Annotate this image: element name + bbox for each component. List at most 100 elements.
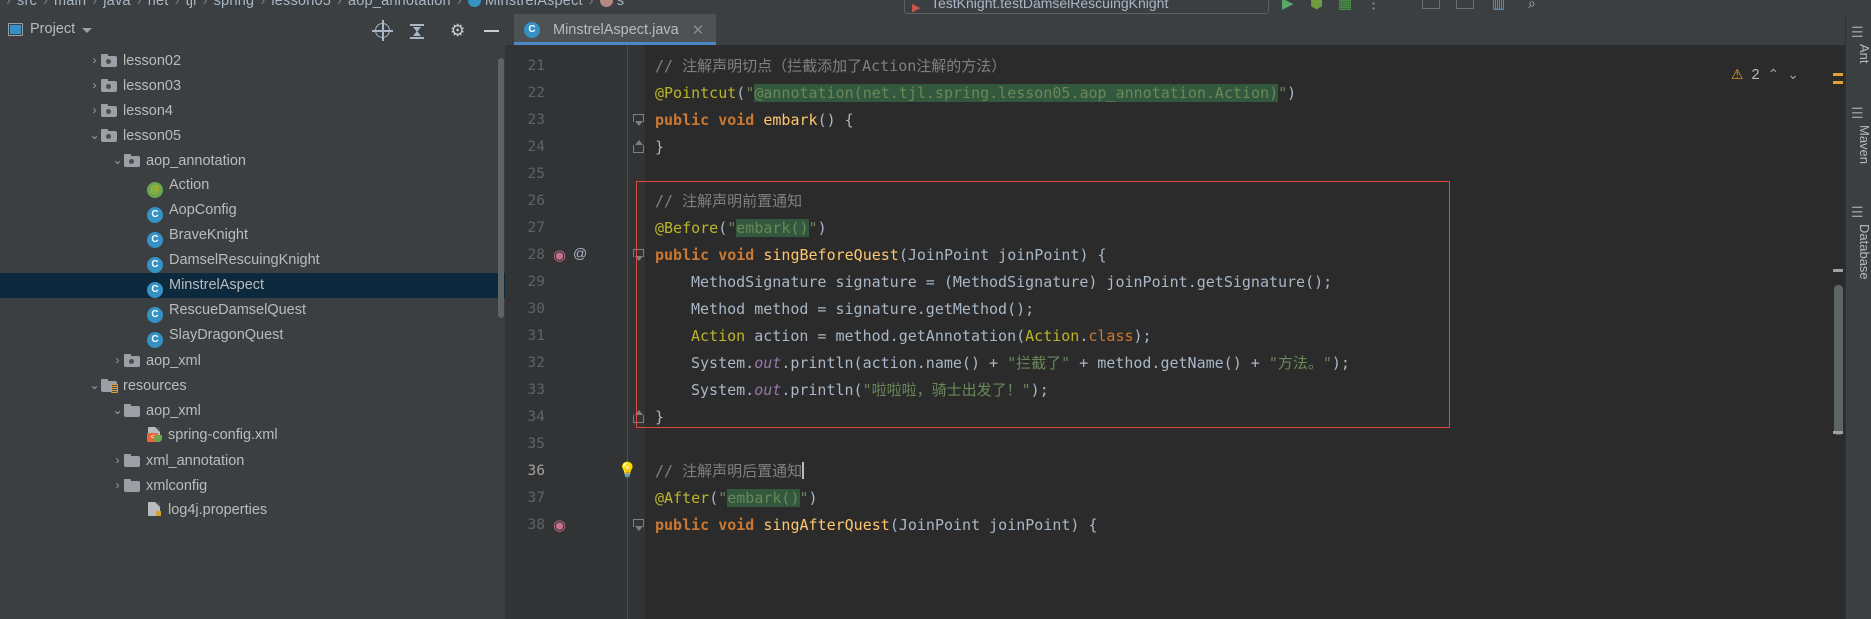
tree-node[interactable]: › aop_xml xyxy=(0,348,505,373)
editor-scrollbar-thumb[interactable] xyxy=(1834,285,1843,435)
inspection-widget[interactable]: ⚠ 2 ⌃ ⌄ xyxy=(1731,66,1799,83)
tree-node[interactable]: C RescueDamselQuest xyxy=(0,298,505,323)
chevron-right-icon[interactable]: › xyxy=(88,98,101,123)
chevron-down-icon[interactable]: ⌄ xyxy=(88,373,101,398)
code-fold-icon[interactable] xyxy=(633,249,645,261)
tree-node[interactable]: @ Action xyxy=(0,173,505,198)
change-marker[interactable] xyxy=(1833,431,1843,434)
code-line[interactable]: // 注解声明切点（拦截添加了Action注解的方法） xyxy=(645,53,1006,80)
code-fold-icon[interactable] xyxy=(633,140,645,153)
breadcrumb-item[interactable]: java xyxy=(103,0,130,9)
tree-node-selected[interactable]: C MinstrelAspect xyxy=(0,273,505,298)
tree-node[interactable]: C AopConfig xyxy=(0,198,505,223)
code-line[interactable]: MethodSignature signature = (MethodSigna… xyxy=(645,269,1332,296)
code-fold-icon[interactable] xyxy=(633,410,645,423)
breadcrumb-item[interactable]: tjl xyxy=(186,0,197,9)
coverage-button[interactable]: ▦ xyxy=(1338,0,1352,12)
code-line[interactable]: public void embark() { xyxy=(645,107,854,134)
tree-node[interactable]: › lesson4 xyxy=(0,98,505,123)
breadcrumb-item[interactable]: lesson05 xyxy=(271,0,331,9)
warning-marker[interactable] xyxy=(1833,81,1843,84)
code-fold-icon[interactable] xyxy=(633,519,645,531)
annotation-gutter-icon[interactable]: @ xyxy=(573,245,587,261)
chevron-right-icon[interactable]: › xyxy=(88,48,101,73)
breadcrumb-item[interactable]: net xyxy=(148,0,169,9)
code-line[interactable]: public void singAfterQuest(JoinPoint joi… xyxy=(645,512,1098,539)
tree-node[interactable]: ⌄ lesson05 xyxy=(0,123,505,148)
search-icon[interactable]: ⌕ xyxy=(1528,0,1536,12)
select-opened-file-button[interactable] xyxy=(372,20,394,42)
aspect-gutter-icon[interactable]: ◉ xyxy=(553,516,566,534)
code-line[interactable]: Action action = method.getAnnotation(Act… xyxy=(645,323,1152,350)
collapse-all-button[interactable] xyxy=(406,20,428,42)
close-icon[interactable]: ✕ xyxy=(692,21,705,39)
tree-node[interactable]: ⌄ aop_xml xyxy=(0,398,505,423)
code-line[interactable]: } xyxy=(645,404,664,431)
tool-window-database[interactable]: Database xyxy=(1846,224,1871,280)
tree-scrollbar[interactable] xyxy=(498,58,504,318)
toolbar-button-1[interactable] xyxy=(1422,0,1440,9)
more-run-actions-button[interactable]: ⋮ xyxy=(1366,0,1381,12)
chevron-down-icon[interactable]: ⌄ xyxy=(111,148,124,173)
warning-marker[interactable] xyxy=(1833,73,1843,76)
hide-panel-button[interactable] xyxy=(480,20,502,42)
code-line[interactable]: // 注解声明前置通知 xyxy=(645,188,802,215)
breadcrumb-item-class[interactable]: MinstrelAspect xyxy=(467,0,583,9)
tree-node[interactable]: C DamselRescuingKnight xyxy=(0,248,505,273)
tree-node[interactable]: › lesson02 xyxy=(0,48,505,73)
chevron-right-icon[interactable]: › xyxy=(88,73,101,98)
chevron-down-icon[interactable]: ⌄ xyxy=(111,398,124,423)
breadcrumb-item-method[interactable]: s xyxy=(599,0,624,9)
breadcrumb-item[interactable]: aop_annotation xyxy=(348,0,451,9)
code-viewport[interactable]: 21 22 23 24 25 26 27 28 ◉ @29 30 31 32 33 34 35 36 💡 37 38 ◉… xyxy=(505,45,1845,619)
intention-bulb-icon[interactable]: 💡 xyxy=(618,461,637,479)
chevron-down-icon[interactable]: ⌄ xyxy=(1787,66,1799,83)
tool-window-maven[interactable]: Maven xyxy=(1846,125,1871,164)
change-marker[interactable] xyxy=(1833,269,1843,272)
run-button[interactable]: ▶ xyxy=(1282,0,1294,12)
chevron-right-icon[interactable]: › xyxy=(111,348,124,373)
chevron-down-icon[interactable] xyxy=(82,28,93,33)
code-line[interactable]: } xyxy=(645,134,664,161)
code-line[interactable]: System.out.println(action.name() + "拦截了"… xyxy=(645,350,1350,377)
code-fold-icon[interactable] xyxy=(633,114,645,126)
chevron-right-icon[interactable]: › xyxy=(111,448,124,473)
tree-node[interactable]: › xml_annotation xyxy=(0,448,505,473)
tree-node[interactable]: log4j.properties xyxy=(0,498,505,523)
debug-button[interactable]: ⬢ xyxy=(1310,0,1323,12)
tree-node[interactable]: C SlayDragonQuest xyxy=(0,323,505,348)
breadcrumb-item[interactable]: spring xyxy=(214,0,255,9)
right-tool-window-bar[interactable]: ☰ Ant ☰ Maven ☰ Database xyxy=(1845,14,1871,619)
breadcrumb-items[interactable]: › src › main › java › net › tjl › spring › lesson05 › a… xyxy=(0,0,624,9)
layout-icon[interactable]: ▥ xyxy=(1492,0,1505,12)
code-line[interactable]: System.out.println("啦啦啦，骑士出发了！"); xyxy=(645,377,1049,404)
code-line[interactable]: public void singBeforeQuest(JoinPoint jo… xyxy=(645,242,1107,269)
code-line[interactable]: @Before("embark()") xyxy=(645,215,827,242)
tree-node[interactable]: C BraveKnight xyxy=(0,223,505,248)
code-lines[interactable]: // 注解声明切点（拦截添加了Action注解的方法） @Pointcut("@a… xyxy=(645,45,1845,619)
project-tree[interactable]: › lesson02 › lesson03 › lesson4 ⌄ lesson05 ⌄ aop_… xyxy=(0,48,505,619)
run-configuration-selector[interactable]: ▶ TestKnight.testDamselRescuingKnight xyxy=(904,0,1269,14)
chevron-right-icon[interactable]: › xyxy=(111,473,124,498)
project-title-group[interactable]: Project xyxy=(8,21,93,37)
chevron-up-icon[interactable]: ⌃ xyxy=(1768,66,1780,83)
breadcrumb-item[interactable]: src xyxy=(17,0,37,9)
code-line[interactable]: @After("embark()") xyxy=(645,485,818,512)
tree-node[interactable]: › lesson03 xyxy=(0,73,505,98)
tree-node[interactable]: › xmlconfig xyxy=(0,473,505,498)
tree-node[interactable]: ⌄ resources xyxy=(0,373,505,398)
chevron-down-icon[interactable]: ⌄ xyxy=(88,123,101,148)
run-toolbar[interactable]: ▶ TestKnight.testDamselRescuingKnight ▶ … xyxy=(900,0,1871,14)
code-line[interactable]: @Pointcut("@annotation(net.tjl.spring.le… xyxy=(645,80,1296,107)
tool-window-ant[interactable]: Ant xyxy=(1846,44,1871,64)
editor-tab-minstrelaspect[interactable]: C MinstrelAspect.java ✕ xyxy=(514,14,717,45)
code-line[interactable]: // 注解声明后置通知 xyxy=(645,458,804,485)
tree-node[interactable]: ⌄ aop_annotation xyxy=(0,148,505,173)
editor-scrollbar[interactable] xyxy=(1831,45,1845,619)
breadcrumb-item[interactable]: main xyxy=(54,0,86,9)
aspect-gutter-icon[interactable]: ◉ xyxy=(553,246,566,264)
code-line[interactable]: Method method = signature.getMethod(); xyxy=(645,296,1034,323)
toolbar-button-2[interactable] xyxy=(1456,0,1474,9)
tree-node[interactable]: < spring-config.xml xyxy=(0,423,505,448)
settings-button[interactable]: ⚙ xyxy=(447,20,469,42)
